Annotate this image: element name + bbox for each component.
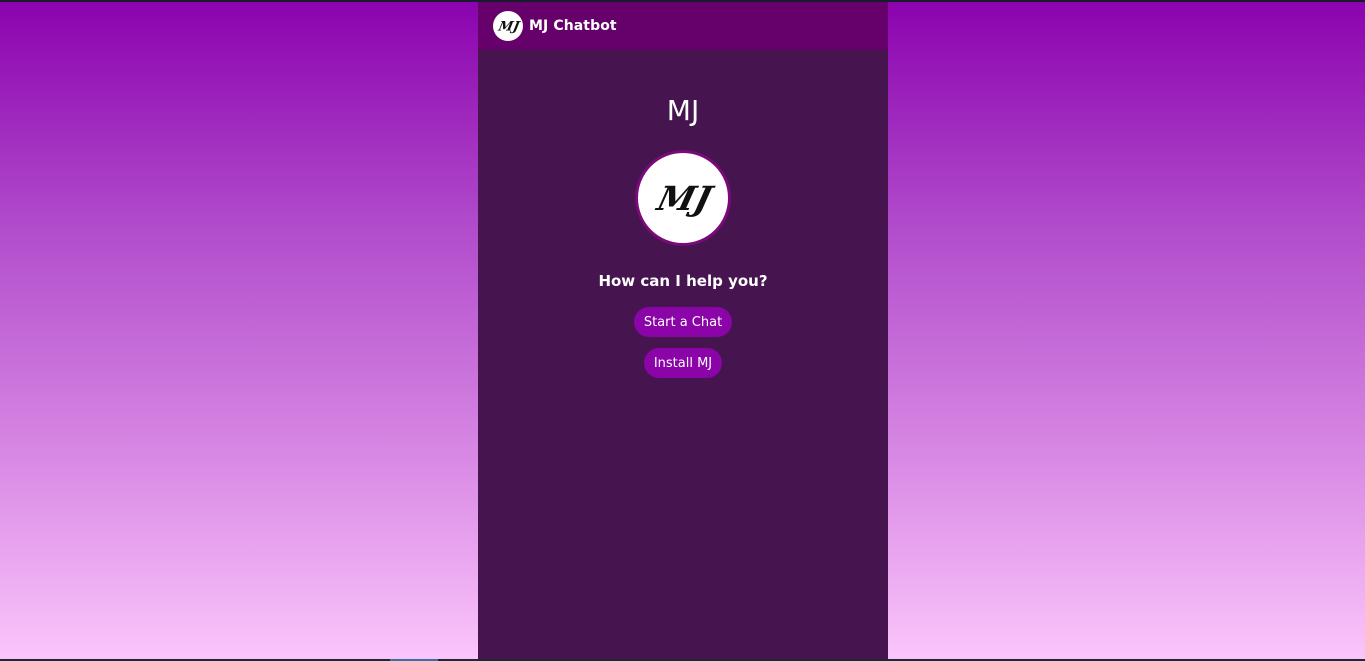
chatbot-panel: MJ MJ Chatbot MJ MJ How can I help you? … xyxy=(478,2,888,659)
svg-text:MJ: MJ xyxy=(496,20,521,35)
mj-logo-icon: MJ xyxy=(496,20,521,35)
header-logo-icon: MJ xyxy=(493,11,523,41)
start-chat-button[interactable]: Start a Chat xyxy=(633,307,733,337)
svg-text:MJ: MJ xyxy=(653,179,718,218)
welcome-section: MJ MJ How can I help you? Start a Chat I… xyxy=(478,50,888,378)
bot-avatar: MJ xyxy=(635,150,731,246)
app-header: MJ MJ Chatbot xyxy=(478,2,888,50)
mj-avatar-icon: MJ xyxy=(653,179,718,218)
install-button[interactable]: Install MJ xyxy=(643,348,723,378)
help-prompt: How can I help you? xyxy=(598,272,768,290)
app-title: MJ Chatbot xyxy=(529,18,617,34)
bot-name-heading: MJ xyxy=(666,94,700,127)
